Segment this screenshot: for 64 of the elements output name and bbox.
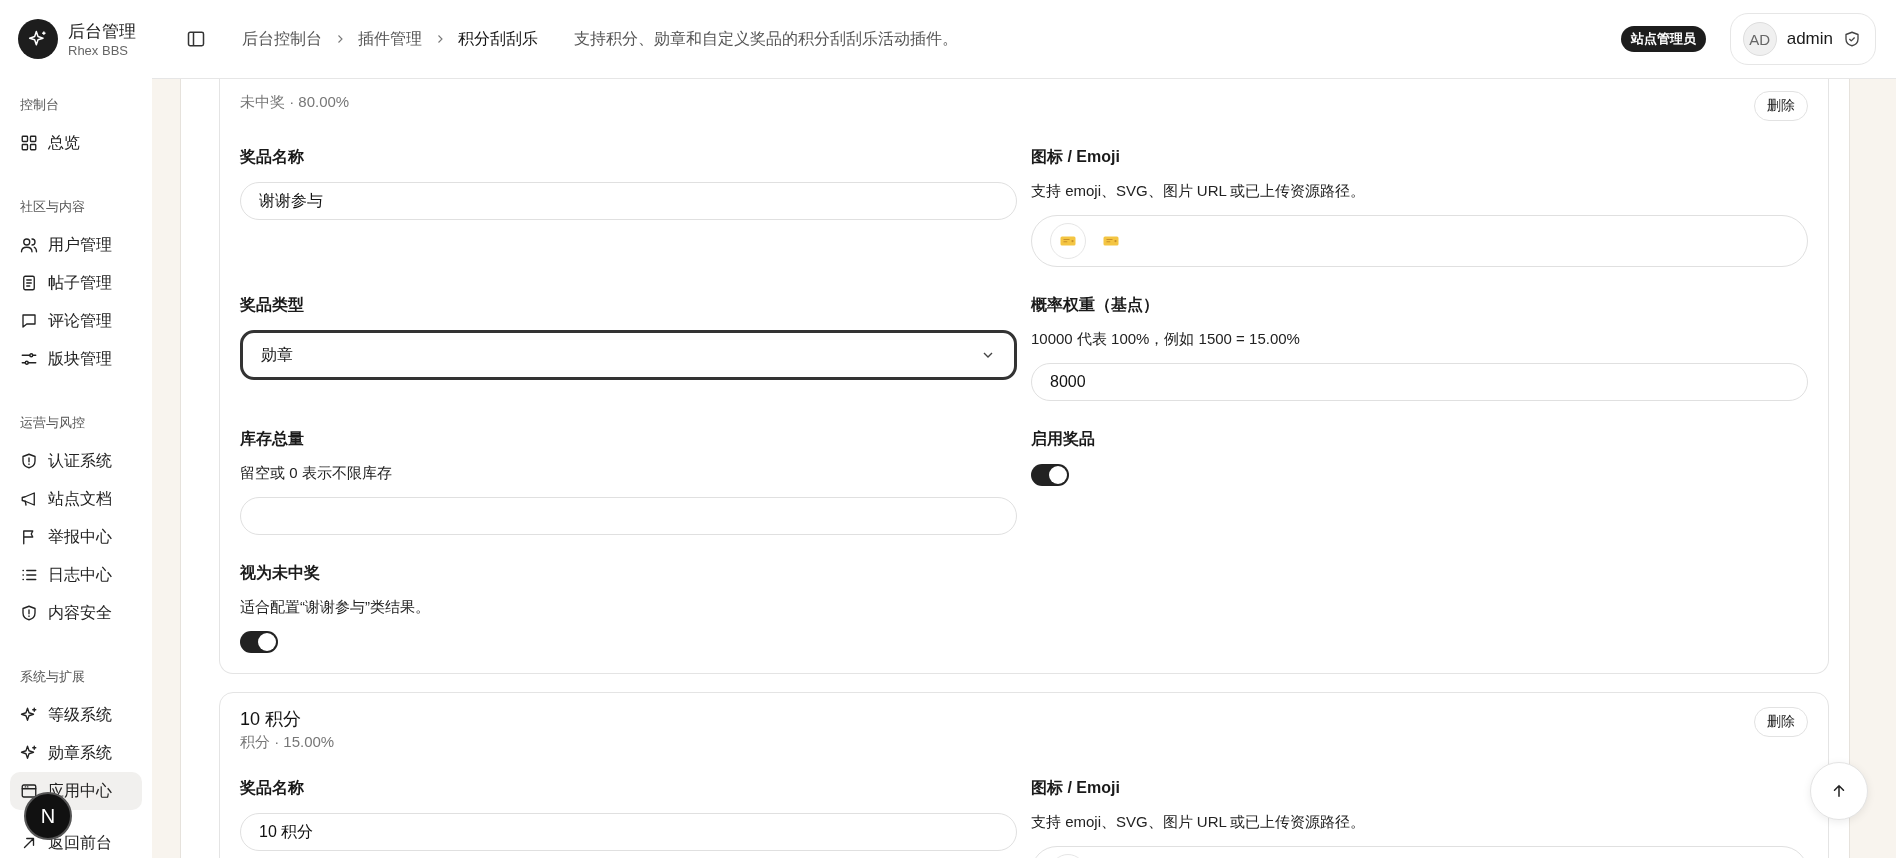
help-text: 留空或 0 表示不限库存 xyxy=(240,464,392,483)
prize-subtitle: 积分 · 15.00% xyxy=(240,733,335,752)
brand-title: 后台管理 xyxy=(68,21,136,43)
section-label: 系统与扩展 xyxy=(19,668,86,686)
shield-icon xyxy=(20,452,38,470)
shield-check-icon xyxy=(1843,30,1861,48)
help-text: 10000 代表 100%，例如 1500 = 15.00% xyxy=(1031,330,1300,349)
user-name: admin xyxy=(1786,29,1833,49)
megaphone-icon xyxy=(20,490,38,508)
select-field[interactable]: 勋章 xyxy=(240,330,1017,380)
sidebar-item[interactable]: 日志中心 xyxy=(10,556,142,594)
chat-icon xyxy=(20,312,38,330)
text-field[interactable]: 谢谢参与 xyxy=(240,182,1017,220)
help-text: 支持 emoji、SVG、图片 URL 或已上传资源路径。 xyxy=(1031,182,1366,201)
section-label: 运营与风控 xyxy=(19,414,86,432)
field-label: 图标 / Emoji xyxy=(1031,147,1120,167)
brand-subtitle: Rhex BBS xyxy=(68,43,129,58)
role-badge: 站点管理员 xyxy=(1620,26,1706,52)
field-label: 概率权重（基点） xyxy=(1031,295,1159,315)
text-field[interactable] xyxy=(240,497,1017,535)
sparkle-logo-icon xyxy=(18,19,58,59)
text-field[interactable]: 10 积分 xyxy=(240,813,1017,851)
doc-icon xyxy=(20,274,38,292)
sidebar-item[interactable]: 举报中心 xyxy=(10,518,142,556)
field-label: 图标 / Emoji xyxy=(1031,778,1120,798)
field-label: 奖品名称 xyxy=(240,147,304,167)
delete-button[interactable]: 删除 xyxy=(1754,91,1808,121)
sliders-icon xyxy=(20,350,38,368)
sidebar-item[interactable]: 版块管理 xyxy=(10,340,142,378)
toggle-switch[interactable] xyxy=(240,631,278,653)
sidebar-item[interactable]: 评论管理 xyxy=(10,302,142,340)
shield-icon xyxy=(20,604,38,622)
toggle-switch[interactable] xyxy=(1031,464,1069,486)
text-field[interactable]: 8000 xyxy=(1031,363,1808,401)
field-label: 奖品名称 xyxy=(240,778,304,798)
breadcrumb-link[interactable]: 插件管理 xyxy=(358,28,422,50)
breadcrumb-link[interactable]: 后台控制台 xyxy=(242,28,322,50)
section-label: 控制台 xyxy=(19,96,60,114)
field-label: 库存总量 xyxy=(240,429,304,449)
prize-subtitle: 未中奖 · 80.00% xyxy=(240,93,350,112)
field-label: 启用奖品 xyxy=(1031,429,1095,449)
sidebar-item[interactable]: 总览 xyxy=(10,124,142,162)
section-label: 社区与内容 xyxy=(19,198,86,216)
users-icon xyxy=(20,236,38,254)
field-label: 奖品类型 xyxy=(240,295,304,315)
sidebar-item[interactable]: 勋章系统 xyxy=(10,734,142,772)
help-text: 支持 emoji、SVG、图片 URL 或已上传资源路径。 xyxy=(1031,813,1366,832)
sidebar-item[interactable]: 认证系统 xyxy=(10,442,142,480)
sparkle-icon xyxy=(20,706,38,724)
help-text: 适合配置“谢谢参与”类结果。 xyxy=(240,598,430,617)
user-avatar: AD xyxy=(1742,22,1777,56)
delete-button[interactable]: 删除 xyxy=(1754,707,1808,737)
user-menu[interactable]: AD admin xyxy=(1729,13,1876,65)
sparkle-icon xyxy=(20,744,38,762)
sidebar-item[interactable]: 站点文档 xyxy=(10,480,142,518)
sidebar-item[interactable]: 用户管理 xyxy=(10,226,142,264)
field-label: 视为未中奖 xyxy=(240,563,320,583)
prize-title: 10 积分 xyxy=(240,708,303,731)
sidebar-item[interactable]: 帖子管理 xyxy=(10,264,142,302)
sidebar-item[interactable]: 内容安全 xyxy=(10,594,142,632)
page-description: 支持积分、勋章和自定义奖品的积分刮刮乐活动插件。 xyxy=(574,28,958,49)
grid-icon xyxy=(20,134,38,152)
sidebar-item[interactable]: 等级系统 xyxy=(10,696,142,734)
window-icon xyxy=(20,782,38,800)
